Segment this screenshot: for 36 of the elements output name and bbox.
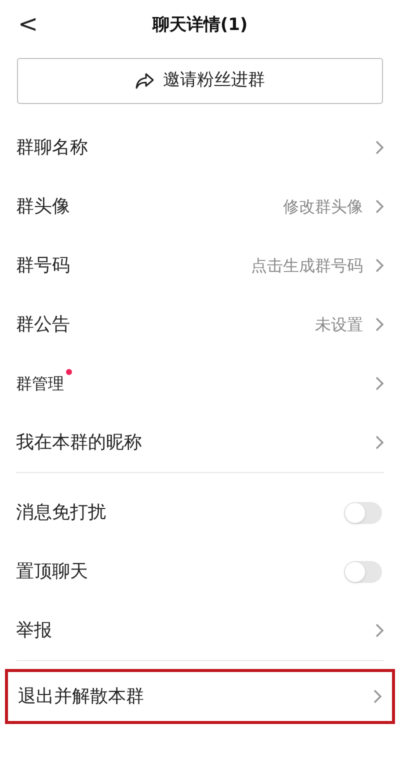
- chevron-right-icon: [375, 435, 384, 450]
- row-label: 群聊名称: [16, 136, 88, 160]
- chevron-right-icon: [375, 140, 384, 155]
- chevron-right-icon: [375, 258, 384, 273]
- settings-row[interactable]: 群聊名称: [0, 118, 400, 177]
- row-value: 未设置: [315, 314, 363, 336]
- row-label: 举报: [16, 619, 52, 643]
- row-label: 群头像: [16, 195, 70, 219]
- back-button[interactable]: <: [14, 8, 42, 40]
- toggle-switch[interactable]: [344, 502, 382, 524]
- row-value: 点击生成群号码: [251, 254, 363, 276]
- settings-row[interactable]: 群头像 修改群头像: [0, 177, 400, 236]
- share-icon: [135, 72, 155, 90]
- settings-row[interactable]: 举报: [0, 601, 400, 660]
- row-label: 群号码: [16, 254, 70, 278]
- settings-row[interactable]: 消息免打扰: [0, 483, 400, 542]
- settings-row[interactable]: 群管理: [0, 354, 400, 413]
- settings-row[interactable]: 我在本群的昵称: [0, 413, 400, 472]
- chevron-right-icon: [375, 199, 384, 214]
- toggle-switch[interactable]: [344, 560, 382, 582]
- chevron-right-icon: [373, 689, 382, 704]
- invite-fans-button[interactable]: 邀请粉丝进群: [17, 58, 383, 104]
- settings-row[interactable]: 群公告 未设置: [0, 295, 400, 354]
- chevron-right-icon: [375, 317, 384, 332]
- chevron-right-icon: [375, 376, 384, 391]
- row-label: 置顶聊天: [16, 560, 88, 584]
- row-label: 群公告: [16, 313, 70, 337]
- settings-row[interactable]: 置顶聊天: [0, 542, 400, 601]
- row-label: 群管理: [16, 372, 64, 394]
- row-label: 我在本群的昵称: [16, 431, 142, 455]
- row-label: 消息免打扰: [16, 501, 106, 525]
- row-value: 修改群头像: [283, 196, 363, 218]
- page-title: 聊天详情(1): [152, 14, 248, 38]
- settings-row[interactable]: 群号码 点击生成群号码: [0, 236, 400, 295]
- chevron-right-icon: [375, 623, 384, 638]
- row-label: 退出并解散本群: [18, 685, 144, 709]
